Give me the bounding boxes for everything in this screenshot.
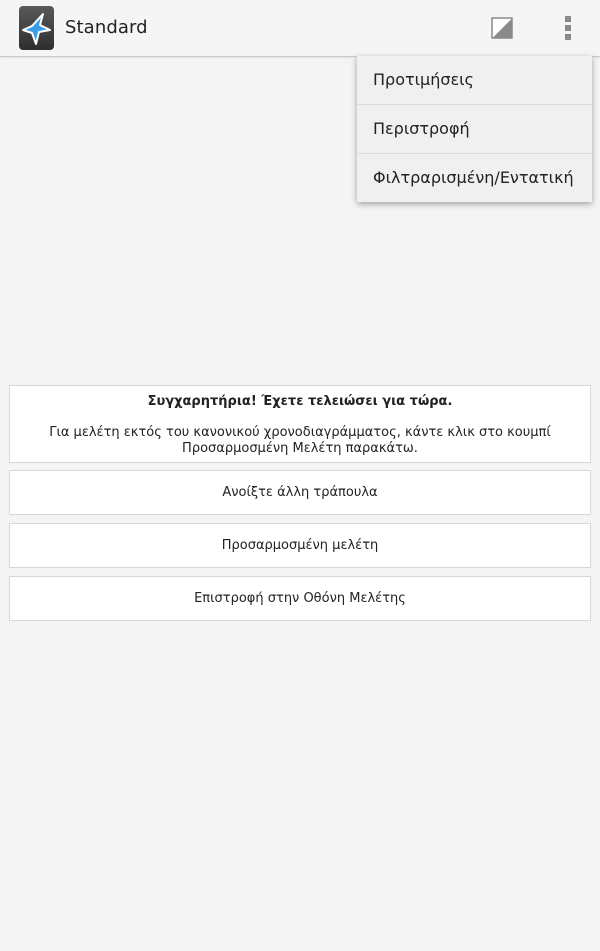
anki-star-icon[interactable] [19,6,54,50]
congrats-body: Για μελέτη εκτός του κανονικού χρονοδιαγ… [49,425,551,456]
app-screen: Standard Προτιμήσεις Περιστροφή Φιλτραρι… [0,0,600,951]
congrats-message-card: Συγχαρητήρια! Έχετε τελειώσει για τώρα. … [9,385,591,463]
menu-item-filtered-deck[interactable]: Φιλτραρισμένη/Εντατική [357,154,592,202]
action-bar: Standard [0,0,600,57]
overflow-menu-icon[interactable] [555,14,581,42]
overflow-popup-menu: Προτιμήσεις Περιστροφή Φιλτραρισμένη/Εντ… [357,56,592,202]
edit-card-icon[interactable] [491,17,513,39]
custom-study-button[interactable]: Προσαρμοσμένη μελέτη [9,523,591,568]
page-title: Standard [65,17,148,38]
congrats-title: Συγχαρητήρια! Έχετε τελειώσει για τώρα. [147,394,453,409]
open-another-deck-button[interactable]: Ανοίξτε άλλη τράπουλα [9,470,591,515]
menu-item-preferences[interactable]: Προτιμήσεις [357,56,592,105]
menu-item-rotate[interactable]: Περιστροφή [357,105,592,154]
back-to-overview-button[interactable]: Επιστροφή στην Οθόνη Μελέτης [9,576,591,621]
